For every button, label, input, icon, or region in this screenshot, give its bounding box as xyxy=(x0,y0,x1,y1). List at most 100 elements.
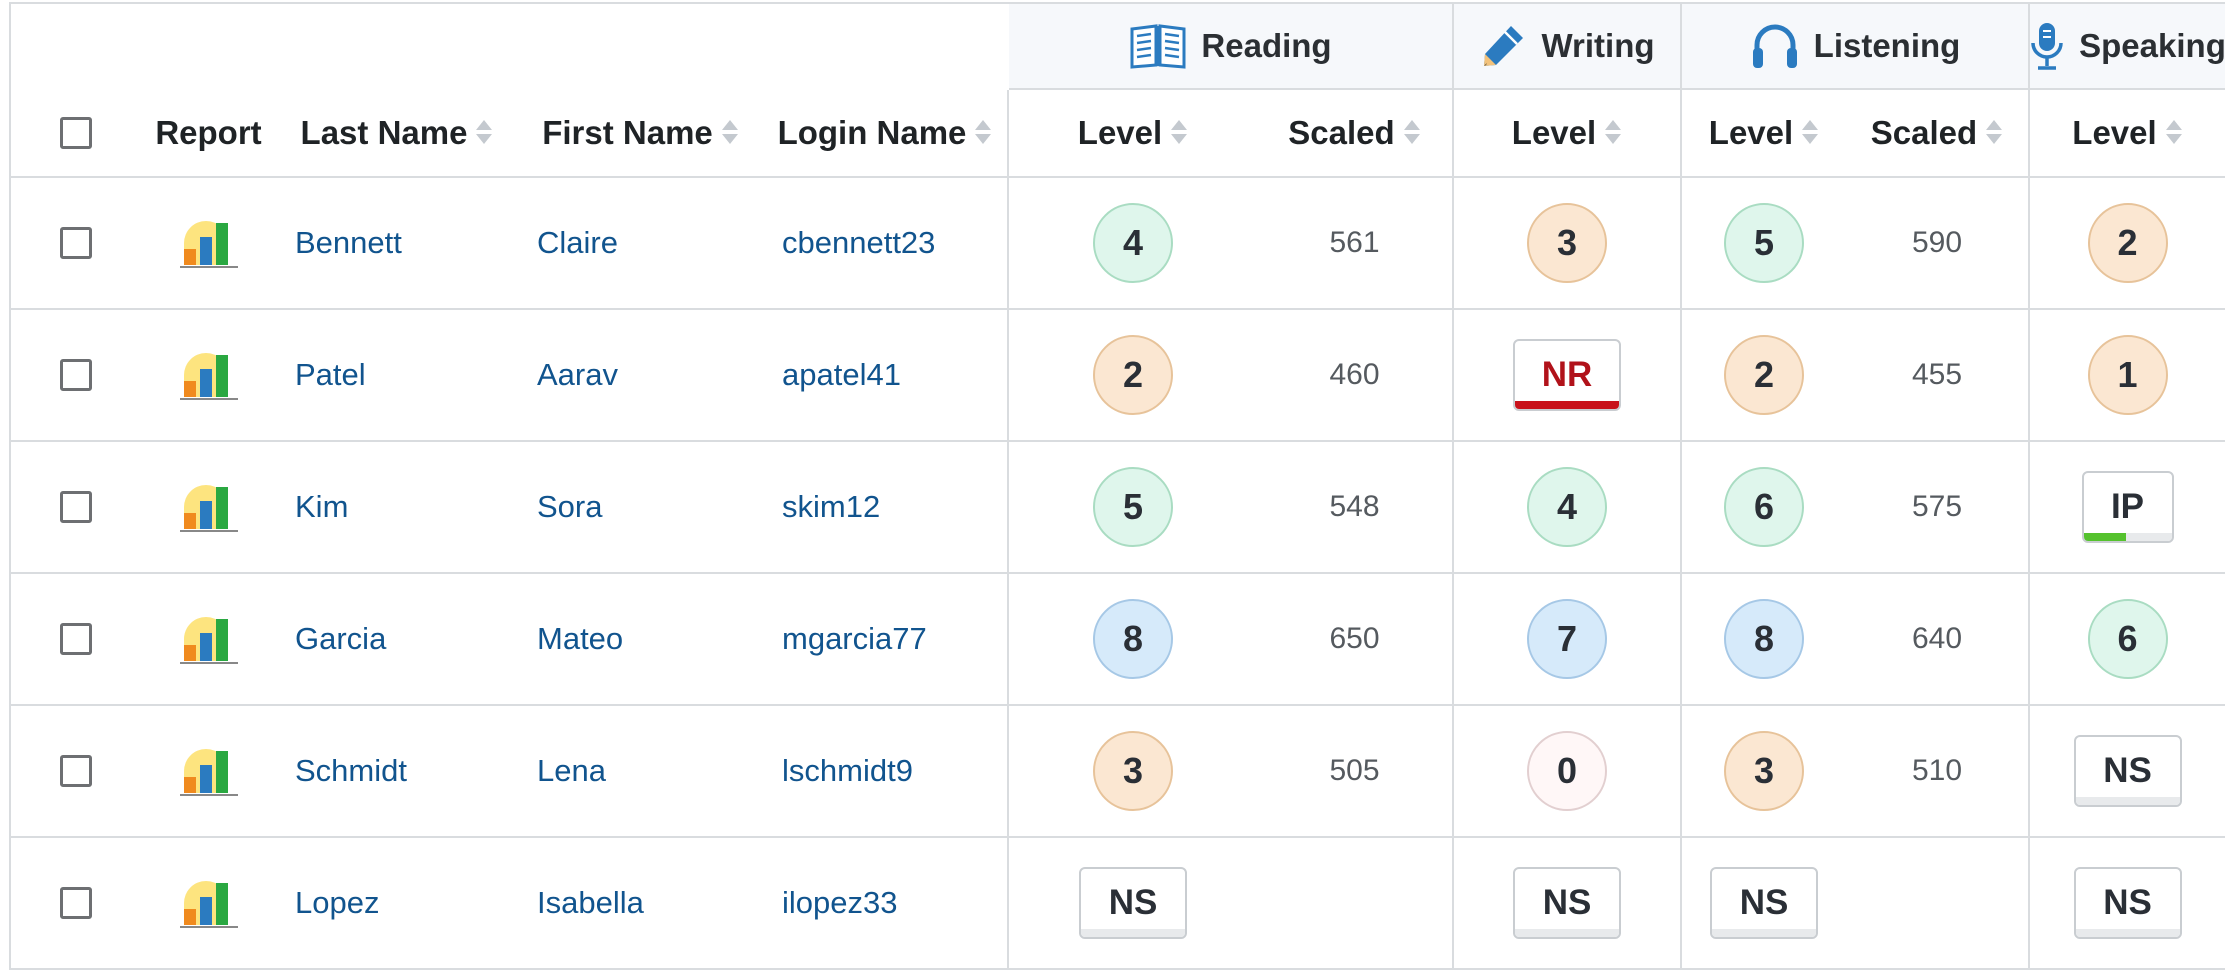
login-name-link[interactable]: ilopez33 xyxy=(782,885,897,921)
last-name-link[interactable]: Lopez xyxy=(295,885,379,921)
select-all-checkbox[interactable] xyxy=(60,117,92,149)
level-badge: 4 xyxy=(1093,203,1173,283)
group-header-writing: Writing xyxy=(1454,4,1682,90)
header-level-label: Level xyxy=(1708,114,1794,151)
reading-scaled-cell: 505 xyxy=(1257,706,1454,838)
header-first-name[interactable]: First Name xyxy=(518,90,763,178)
header-listening-level[interactable]: Level xyxy=(1682,90,1846,178)
listening-level-cell: 5 xyxy=(1682,178,1846,310)
header-spacer xyxy=(11,4,1009,90)
last-name-cell: Patel xyxy=(276,310,518,442)
reading-level-cell: 2 xyxy=(1009,310,1257,442)
writing-level-cell: 3 xyxy=(1454,178,1682,310)
first-name-link[interactable]: Aarav xyxy=(537,357,618,393)
header-last-name-label: Last Name xyxy=(300,114,468,151)
group-label-speaking: Speaking xyxy=(2079,27,2225,64)
bar-chart-icon[interactable] xyxy=(178,217,240,269)
first-name-link[interactable]: Sora xyxy=(537,489,602,525)
writing-level-cell: 0 xyxy=(1454,706,1682,838)
row-select-cell xyxy=(11,574,141,706)
sort-icon[interactable] xyxy=(1170,118,1188,148)
reading-level-cell: 4 xyxy=(1009,178,1257,310)
row-checkbox[interactable] xyxy=(60,623,92,655)
first-name-link[interactable]: Isabella xyxy=(537,885,644,921)
bar-chart-icon[interactable] xyxy=(178,349,240,401)
first-name-link[interactable]: Claire xyxy=(537,225,618,261)
sort-icon[interactable] xyxy=(1985,118,2003,148)
reading-scaled-cell: 548 xyxy=(1257,442,1454,574)
last-name-link[interactable]: Schmidt xyxy=(295,753,407,789)
group-header-speaking: Speaking xyxy=(2030,4,2225,90)
first-name-link[interactable]: Mateo xyxy=(537,621,623,657)
level-badge: 8 xyxy=(1724,599,1804,679)
listening-level-cell: 3 xyxy=(1682,706,1846,838)
last-name-link[interactable]: Kim xyxy=(295,489,348,525)
row-checkbox[interactable] xyxy=(60,227,92,259)
speaking-level-cell: IP xyxy=(2030,442,2225,574)
header-select-cell xyxy=(11,90,141,178)
sort-icon[interactable] xyxy=(2165,118,2183,148)
scaled-score: 460 xyxy=(1329,358,1380,391)
speaking-level-cell: NS xyxy=(2030,838,2225,970)
level-badge: 8 xyxy=(1093,599,1173,679)
speaking-level-cell: 2 xyxy=(2030,178,2225,310)
login-name-link[interactable]: lschmidt9 xyxy=(782,753,913,789)
bar-chart-icon[interactable] xyxy=(178,481,240,533)
header-login-name[interactable]: Login Name xyxy=(763,90,1009,178)
not-started-badge: NS xyxy=(1710,867,1818,939)
report-cell xyxy=(141,706,276,838)
not-rated-badge: NR xyxy=(1513,339,1621,411)
not-started-badge: NS xyxy=(2073,867,2182,939)
speaking-level-cell: 1 xyxy=(2030,310,2225,442)
group-label-listening: Listening xyxy=(1813,27,1961,64)
listening-level-cell: 6 xyxy=(1682,442,1846,574)
headphones-icon xyxy=(1750,22,1800,70)
login-name-link[interactable]: apatel41 xyxy=(782,357,901,393)
header-speaking-level[interactable]: Level xyxy=(2030,90,2225,178)
last-name-link[interactable]: Bennett xyxy=(295,225,402,261)
sort-icon[interactable] xyxy=(721,118,739,148)
row-checkbox[interactable] xyxy=(60,491,92,523)
login-name-link[interactable]: cbennett23 xyxy=(782,225,935,261)
last-name-cell: Bennett xyxy=(276,178,518,310)
header-reading-scaled[interactable]: Scaled xyxy=(1257,90,1454,178)
not-started-badge: NS xyxy=(1513,867,1621,939)
group-label-reading: Reading xyxy=(1201,27,1332,64)
header-writing-level[interactable]: Level xyxy=(1454,90,1682,178)
sort-icon[interactable] xyxy=(1403,118,1421,148)
pencil-icon xyxy=(1479,22,1527,70)
last-name-cell: Kim xyxy=(276,442,518,574)
sort-icon[interactable] xyxy=(475,118,493,148)
report-cell xyxy=(141,178,276,310)
level-badge: 3 xyxy=(1527,203,1607,283)
header-listening-scaled[interactable]: Scaled xyxy=(1846,90,2030,178)
last-name-link[interactable]: Patel xyxy=(295,357,366,393)
report-cell xyxy=(141,838,276,970)
level-badge: 0 xyxy=(1527,731,1607,811)
row-checkbox[interactable] xyxy=(60,359,92,391)
sort-icon[interactable] xyxy=(974,118,992,148)
row-checkbox[interactable] xyxy=(60,755,92,787)
last-name-link[interactable]: Garcia xyxy=(295,621,386,657)
header-last-name[interactable]: Last Name xyxy=(276,90,518,178)
bar-chart-icon[interactable] xyxy=(178,745,240,797)
reading-scaled-cell: 650 xyxy=(1257,574,1454,706)
login-name-link[interactable]: mgarcia77 xyxy=(782,621,927,657)
scaled-score: 650 xyxy=(1329,622,1380,655)
sort-icon[interactable] xyxy=(1801,118,1819,148)
listening-level-cell: 8 xyxy=(1682,574,1846,706)
login-name-link[interactable]: skim12 xyxy=(782,489,880,525)
row-checkbox[interactable] xyxy=(60,887,92,919)
login-name-cell: mgarcia77 xyxy=(763,574,1009,706)
header-reading-level[interactable]: Level xyxy=(1009,90,1257,178)
sort-icon[interactable] xyxy=(1604,118,1622,148)
first-name-link[interactable]: Lena xyxy=(537,753,606,789)
bar-chart-icon[interactable] xyxy=(178,613,240,665)
in-progress-badge: IP xyxy=(2081,471,2174,543)
first-name-cell: Claire xyxy=(518,178,763,310)
level-badge: 2 xyxy=(1093,335,1173,415)
bar-chart-icon[interactable] xyxy=(178,877,240,929)
header-report-label: Report xyxy=(155,114,262,151)
level-badge: 5 xyxy=(1093,467,1173,547)
login-name-cell: ilopez33 xyxy=(763,838,1009,970)
